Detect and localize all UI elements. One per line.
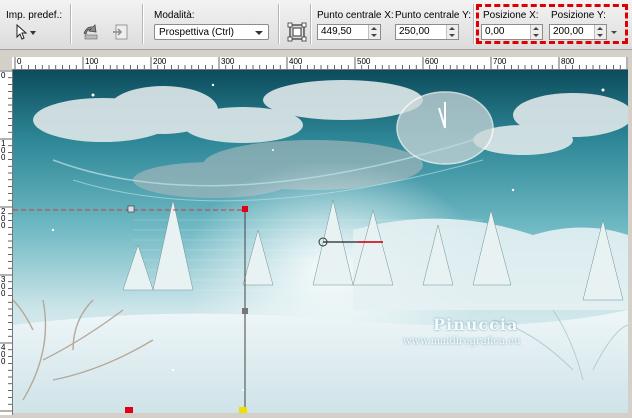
winter-scene-image	[13, 80, 628, 413]
separator	[473, 4, 475, 44]
top-ruler-label: 0	[17, 57, 22, 66]
left-ruler-label: 1 0 0	[1, 139, 6, 162]
watermark-name: Pinuccia	[433, 315, 519, 334]
left-ruler: 0 1 0 0 2 0 0 3 0 0 4 0 0	[0, 70, 13, 415]
top-ruler-label: 100	[85, 57, 99, 66]
center-x-label: Punto centrale X:	[317, 10, 394, 21]
apply-deform-button[interactable]	[110, 22, 132, 42]
left-ruler-label: 2 0 0	[1, 207, 6, 230]
separator	[278, 4, 280, 44]
reset-icon	[83, 24, 98, 40]
top-ruler-ticks	[14, 57, 628, 69]
top-ruler-label: 400	[289, 57, 303, 66]
image-canvas[interactable]: Pinuccia www.maidiregrafica.eu	[13, 70, 628, 413]
reset-deform-button[interactable]	[80, 22, 102, 42]
separator	[70, 4, 72, 44]
mode-label: Modalità:	[154, 10, 195, 21]
mode-select[interactable]: Prospettiva (Ctrl)	[154, 24, 269, 40]
center-x-spinner[interactable]	[368, 25, 380, 39]
grid-icon	[287, 22, 307, 42]
apply-icon	[113, 24, 128, 40]
top-ruler: 0 100 200 300 400 500 600 700 800	[12, 57, 628, 70]
mode-select-value: Prospettiva (Ctrl)	[159, 27, 235, 38]
separator	[142, 4, 144, 44]
left-ruler-label: 4 0 0	[1, 343, 6, 366]
chevron-down-icon	[255, 31, 263, 35]
left-ruler-label: 3 0 0	[1, 275, 6, 298]
top-ruler-label: 500	[357, 57, 371, 66]
watermark: Pinuccia www.maidiregrafica.eu	[403, 315, 551, 347]
center-y-label: Punto centrale Y:	[395, 10, 471, 21]
watermark-site: www.maidiregrafica.eu	[403, 336, 521, 347]
center-x-field[interactable]: 449,50	[317, 24, 381, 40]
left-ruler-label: 0	[1, 71, 6, 80]
perspective-grid-button[interactable]	[286, 22, 308, 42]
center-y-value: 250,00	[399, 26, 430, 37]
center-x-value: 449,50	[321, 26, 352, 37]
top-ruler-label: 300	[221, 57, 235, 66]
top-ruler-label: 700	[493, 57, 507, 66]
red-dashed-highlight	[476, 4, 628, 44]
center-y-spinner[interactable]	[446, 25, 458, 39]
pointer-icon	[16, 24, 36, 40]
separator	[310, 4, 312, 44]
clock-graphic	[396, 91, 494, 165]
ruler-corner	[0, 57, 12, 70]
top-ruler-label: 600	[425, 57, 439, 66]
presets-label: Imp. predef.:	[6, 10, 63, 21]
presets-dropdown[interactable]	[12, 22, 40, 42]
top-ruler-label: 800	[561, 57, 575, 66]
top-ruler-label: 200	[153, 57, 167, 66]
tool-options-toolbar: Imp. predef.: Modalità: Prospettiva (Ctr…	[0, 0, 632, 50]
center-y-field[interactable]: 250,00	[395, 24, 459, 40]
